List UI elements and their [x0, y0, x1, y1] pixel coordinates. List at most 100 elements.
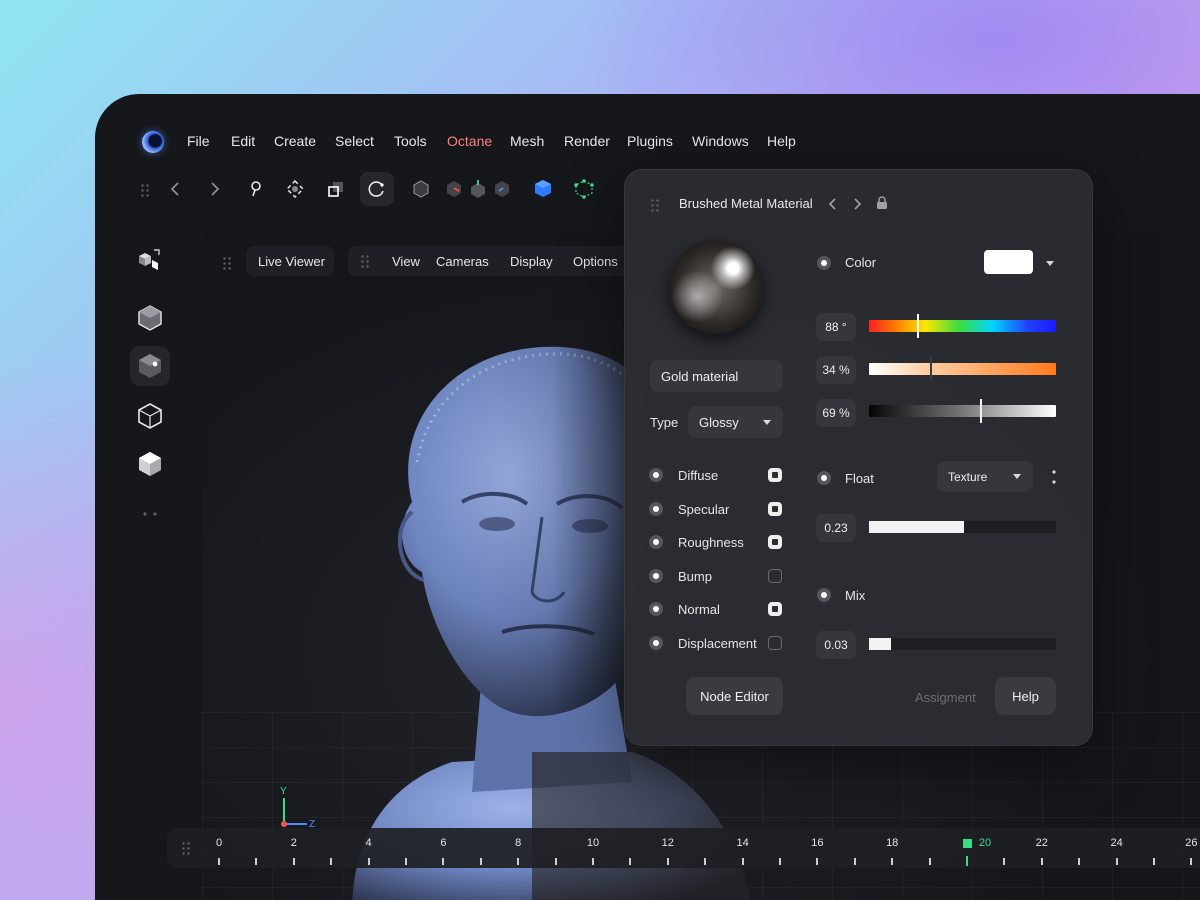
channel-displacement-radio[interactable] [649, 636, 663, 650]
material-panel: Brushed Metal Material Gold material Typ… [624, 169, 1093, 746]
float-mode-select[interactable]: Texture [937, 461, 1033, 492]
brightness-slider[interactable] [869, 399, 1056, 423]
pin-icon[interactable] [243, 176, 269, 202]
mix-radio[interactable] [817, 588, 831, 602]
menu-cameras[interactable]: Cameras [436, 254, 489, 269]
channel-diffuse-checkbox[interactable] [768, 468, 782, 482]
cube-green-icon[interactable] [465, 176, 491, 202]
cube-red-icon[interactable] [441, 176, 467, 202]
assignment-button[interactable]: Assigment [915, 690, 976, 705]
viewer-menu-grip-icon[interactable] [360, 254, 370, 268]
menu-windows[interactable]: Windows [692, 133, 749, 149]
app-logo-icon[interactable] [142, 131, 164, 153]
menu-mesh[interactable]: Mesh [510, 133, 544, 149]
channel-bump-radio[interactable] [649, 569, 663, 583]
type-label: Type [650, 415, 679, 430]
hue-value[interactable]: 88 ° [816, 313, 856, 341]
float-slider[interactable] [869, 521, 1056, 533]
hue-slider[interactable] [869, 314, 1056, 338]
cube-point-icon[interactable] [130, 346, 170, 386]
timeline-tick [1153, 858, 1155, 865]
panel-title: Brushed Metal Material [679, 196, 813, 211]
cube-outline-icon[interactable] [408, 176, 434, 202]
viewer-grip-icon[interactable] [222, 256, 232, 270]
cube-wire-icon[interactable] [130, 396, 170, 436]
menu-help[interactable]: Help [767, 133, 796, 149]
brightness-slider-thumb[interactable] [980, 399, 983, 423]
channel-normal-checkbox[interactable] [768, 602, 782, 616]
timeline-tick [779, 858, 781, 865]
transform-icon[interactable] [282, 176, 308, 202]
channel-specular-radio[interactable] [649, 502, 663, 516]
group-objects-icon[interactable] [130, 240, 170, 280]
material-name-field[interactable]: Gold material [650, 360, 783, 392]
float-radio[interactable] [817, 471, 831, 485]
more-tools-icon[interactable] [130, 494, 170, 534]
node-editor-button[interactable]: Node Editor [686, 677, 783, 715]
menu-view[interactable]: View [392, 254, 420, 269]
channel-specular-checkbox[interactable] [768, 502, 782, 516]
channel-normal-radio[interactable] [649, 602, 663, 616]
mix-slider[interactable] [869, 638, 1056, 650]
cube-white-icon[interactable] [130, 444, 170, 484]
menu-create[interactable]: Create [274, 133, 316, 149]
color-radio[interactable] [817, 256, 831, 270]
timeline-label-24: 24 [1110, 837, 1123, 849]
rotate-icon[interactable] [360, 172, 394, 206]
timeline-label-2: 2 [290, 837, 297, 849]
channel-bump-checkbox[interactable] [768, 569, 782, 583]
menu-octane[interactable]: Octane [447, 133, 492, 149]
lock-icon[interactable] [876, 196, 888, 210]
menu-plugins[interactable]: Plugins [627, 133, 673, 149]
cube-points-icon[interactable] [571, 176, 597, 202]
timeline-tick [741, 858, 744, 865]
channel-roughness-radio[interactable] [649, 535, 663, 549]
chevron-down-icon [1013, 474, 1021, 479]
timeline-label-6: 6 [440, 837, 447, 849]
menu-tools[interactable]: Tools [394, 133, 427, 149]
tab-live-viewer[interactable]: Live Viewer [246, 246, 334, 276]
panel-next-icon[interactable] [853, 197, 863, 211]
menu-file[interactable]: File [187, 133, 210, 149]
color-swatch[interactable] [984, 250, 1033, 274]
menu-display[interactable]: Display [510, 254, 553, 269]
channel-displacement-checkbox[interactable] [768, 636, 782, 650]
more-options-icon[interactable] [1052, 469, 1056, 485]
toolbar-grip-icon[interactable] [140, 183, 150, 197]
cube-solid-blue-icon[interactable] [530, 176, 556, 202]
timeline-grip-icon[interactable] [181, 841, 191, 855]
timeline-tick [1040, 858, 1043, 865]
help-button[interactable]: Help [995, 677, 1056, 715]
timeline[interactable]: 0 2 4 6 8 10 12 14 16 18 20 22 24 26 [167, 828, 1200, 868]
timeline-tick [218, 858, 220, 865]
panel-prev-icon[interactable] [827, 197, 837, 211]
back-arrow-icon[interactable] [162, 176, 188, 202]
menu-options[interactable]: Options [573, 254, 618, 269]
menu-edit[interactable]: Edit [231, 133, 255, 149]
menu-select[interactable]: Select [335, 133, 374, 149]
timeline-label-4: 4 [365, 837, 372, 849]
float-value[interactable]: 0.23 [816, 514, 856, 542]
panel-grip-icon[interactable] [650, 198, 660, 212]
cube-shaded-icon[interactable] [130, 298, 170, 338]
menu-render[interactable]: Render [564, 133, 610, 149]
channel-diffuse-radio[interactable] [649, 468, 663, 482]
scale-icon[interactable] [323, 176, 349, 202]
color-label: Color [845, 255, 877, 270]
color-dropdown-icon[interactable] [1046, 261, 1054, 266]
hue-value-text: 88 ° [825, 320, 847, 334]
channel-roughness-checkbox[interactable] [768, 535, 782, 549]
mix-value[interactable]: 0.03 [816, 631, 856, 659]
timeline-label-0: 0 [215, 837, 223, 849]
saturation-slider-thumb[interactable] [929, 357, 932, 381]
brightness-value[interactable]: 69 % [816, 399, 856, 427]
saturation-value[interactable]: 34 % [816, 356, 856, 384]
playhead-marker[interactable] [963, 839, 972, 848]
type-select[interactable]: Glossy [688, 406, 783, 438]
hue-slider-thumb[interactable] [916, 314, 919, 338]
cube-blue-icon[interactable] [489, 176, 515, 202]
saturation-slider[interactable] [869, 357, 1056, 381]
forward-arrow-icon[interactable] [202, 176, 228, 202]
timeline-tick [255, 858, 258, 865]
timeline-label-20: 20 [978, 837, 992, 849]
